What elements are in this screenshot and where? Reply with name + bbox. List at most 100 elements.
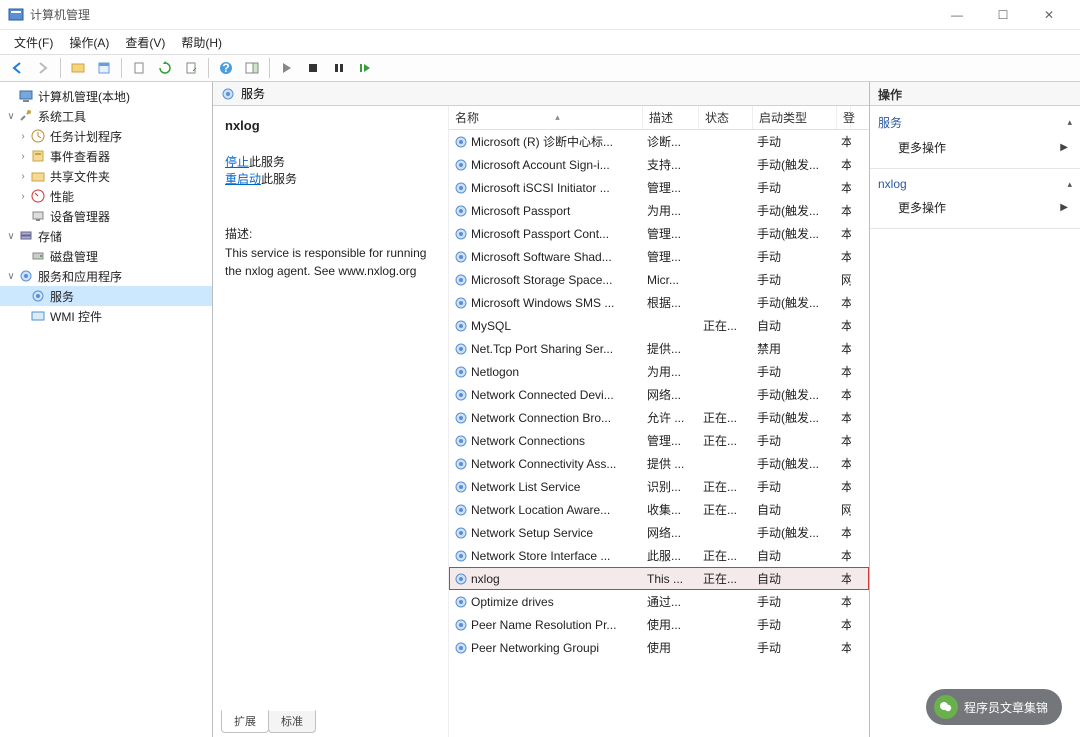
service-logon: 本	[837, 616, 851, 633]
perf-icon	[30, 188, 46, 204]
service-row[interactable]: MySQL正在...自动本	[449, 314, 869, 337]
col-status[interactable]: 状态	[699, 106, 753, 129]
computer-icon	[18, 88, 34, 104]
gear-icon	[453, 204, 469, 218]
tree-item[interactable]: ∨ 存储	[0, 226, 212, 246]
service-row[interactable]: Microsoft Storage Space...Micr...手动网	[449, 268, 869, 291]
service-desc: 为用...	[643, 202, 699, 219]
tree-item[interactable]: 计算机管理(本地)	[0, 86, 212, 106]
service-desc: 网络...	[643, 524, 699, 541]
forward-button[interactable]	[32, 57, 54, 79]
service-row[interactable]: Network Connected Devi...网络...手动(触发...本	[449, 383, 869, 406]
service-logon: 本	[837, 294, 851, 311]
menu-file[interactable]: 文件(F)	[6, 32, 61, 53]
service-row[interactable]: Microsoft Passport Cont...管理...手动(触发...本	[449, 222, 869, 245]
actions-more-1[interactable]: 更多操作▶	[878, 133, 1072, 162]
service-name: Network Connection Bro...	[469, 411, 639, 425]
service-logon: 本	[837, 478, 851, 495]
col-logon[interactable]: 登	[837, 106, 851, 129]
start-service-button[interactable]	[276, 57, 298, 79]
service-row[interactable]: Optimize drives通过...手动本	[449, 590, 869, 613]
tree-twisty-icon[interactable]: ›	[16, 191, 30, 202]
tree-item[interactable]: WMI 控件	[0, 306, 212, 326]
service-columns: 名称▴ 描述 状态 启动类型 登	[449, 106, 869, 130]
service-rows[interactable]: Microsoft (R) 诊断中心标...诊断...手动本Microsoft …	[449, 130, 869, 737]
service-row[interactable]: Microsoft Software Shad...管理...手动本	[449, 245, 869, 268]
tree-item[interactable]: › 任务计划程序	[0, 126, 212, 146]
tree-label: 性能	[50, 188, 74, 205]
tree-twisty-icon[interactable]: ∨	[4, 111, 18, 122]
service-row[interactable]: Network Setup Service网络...手动(触发...本	[449, 521, 869, 544]
tree-item[interactable]: ∨服务和应用程序	[0, 266, 212, 286]
col-name[interactable]: 名称▴	[449, 106, 643, 129]
tree-item[interactable]: ›共享文件夹	[0, 166, 212, 186]
stop-service-button[interactable]	[302, 57, 324, 79]
show-hide-tree-button[interactable]	[67, 57, 89, 79]
maximize-button[interactable]: ☐	[980, 0, 1026, 30]
service-startup: 手动	[753, 593, 837, 610]
tree-item[interactable]: 设备管理器	[0, 206, 212, 226]
gear-icon	[453, 618, 469, 632]
service-row[interactable]: Microsoft Passport为用...手动(触发...本	[449, 199, 869, 222]
tree-label: 任务计划程序	[50, 128, 122, 145]
actions-section-nxlog[interactable]: nxlog▴	[878, 175, 1072, 193]
tree-twisty-icon[interactable]: ∨	[4, 231, 18, 242]
service-row[interactable]: nxlogThis ...正在...自动本	[449, 567, 869, 590]
action-pane-button[interactable]	[241, 57, 263, 79]
center-pane: 服务 nxlog 停止此服务 重启动此服务 描述: This service i…	[213, 82, 870, 737]
service-name: Network Store Interface ...	[469, 549, 639, 563]
menu-action[interactable]: 操作(A)	[61, 32, 117, 53]
tree-item[interactable]: 服务	[0, 286, 212, 306]
service-list: 名称▴ 描述 状态 启动类型 登 Microsoft (R) 诊断中心标...诊…	[448, 106, 869, 737]
tab-standard[interactable]: 标准	[268, 710, 316, 733]
tree-twisty-icon[interactable]: ∨	[4, 271, 18, 282]
tree-item[interactable]: › 性能	[0, 186, 212, 206]
service-row[interactable]: Network Connections管理...正在...手动本	[449, 429, 869, 452]
properties-button[interactable]	[93, 57, 115, 79]
stop-link[interactable]: 停止	[225, 155, 249, 169]
service-row[interactable]: Microsoft Windows SMS ...根据...手动(触发...本	[449, 291, 869, 314]
service-row[interactable]: Microsoft iSCSI Initiator ...管理...手动本	[449, 176, 869, 199]
back-button[interactable]	[6, 57, 28, 79]
pause-service-button[interactable]	[328, 57, 350, 79]
service-desc: 收集...	[643, 501, 699, 518]
actions-more-2[interactable]: 更多操作▶	[878, 193, 1072, 222]
service-row[interactable]: Network List Service识别...正在...手动本	[449, 475, 869, 498]
help-button[interactable]: ?	[215, 57, 237, 79]
menu-view[interactable]: 查看(V)	[117, 32, 173, 53]
export-button[interactable]	[128, 57, 150, 79]
service-row[interactable]: Microsoft (R) 诊断中心标...诊断...手动本	[449, 130, 869, 153]
service-name: nxlog	[469, 572, 639, 586]
service-desc: This ...	[643, 572, 699, 586]
tree-item[interactable]: ∨系统工具	[0, 106, 212, 126]
restart-link[interactable]: 重启动	[225, 172, 261, 186]
tree-twisty-icon[interactable]: ›	[16, 131, 30, 142]
export-list-button[interactable]	[180, 57, 202, 79]
tree-twisty-icon[interactable]: ›	[16, 151, 30, 162]
service-row[interactable]: Microsoft Account Sign-i...支持...手动(触发...…	[449, 153, 869, 176]
tree-item[interactable]: ›事件查看器	[0, 146, 212, 166]
service-row[interactable]: Peer Networking Groupi使用手动本	[449, 636, 869, 659]
service-row[interactable]: Peer Name Resolution Pr...使用...手动本	[449, 613, 869, 636]
menu-help[interactable]: 帮助(H)	[173, 32, 230, 53]
tree-item[interactable]: 磁盘管理	[0, 246, 212, 266]
restart-service-button[interactable]	[354, 57, 376, 79]
col-desc[interactable]: 描述	[643, 106, 699, 129]
service-startup: 自动	[753, 570, 837, 587]
actions-section-services[interactable]: 服务▴	[878, 112, 1072, 133]
service-row[interactable]: Netlogon为用...手动本	[449, 360, 869, 383]
service-row[interactable]: Network Connectivity Ass...提供 ...手动(触发..…	[449, 452, 869, 475]
refresh-button[interactable]	[154, 57, 176, 79]
close-button[interactable]: ✕	[1026, 0, 1072, 30]
service-startup: 手动(触发...	[753, 156, 837, 173]
service-row[interactable]: Net.Tcp Port Sharing Ser...提供...禁用本	[449, 337, 869, 360]
service-row[interactable]: Network Location Aware...收集...正在...自动网	[449, 498, 869, 521]
col-startup[interactable]: 启动类型	[753, 106, 837, 129]
minimize-button[interactable]: —	[934, 0, 980, 30]
tab-extended[interactable]: 扩展	[221, 710, 269, 733]
tree-label: 存储	[38, 228, 62, 245]
service-row[interactable]: Network Store Interface ...此服...正在...自动本	[449, 544, 869, 567]
service-row[interactable]: Network Connection Bro...允许 ...正在...手动(触…	[449, 406, 869, 429]
tree-pane: 计算机管理(本地)∨系统工具›任务计划程序›事件查看器›共享文件夹›性能设备管理…	[0, 82, 213, 737]
tree-twisty-icon[interactable]: ›	[16, 171, 30, 182]
